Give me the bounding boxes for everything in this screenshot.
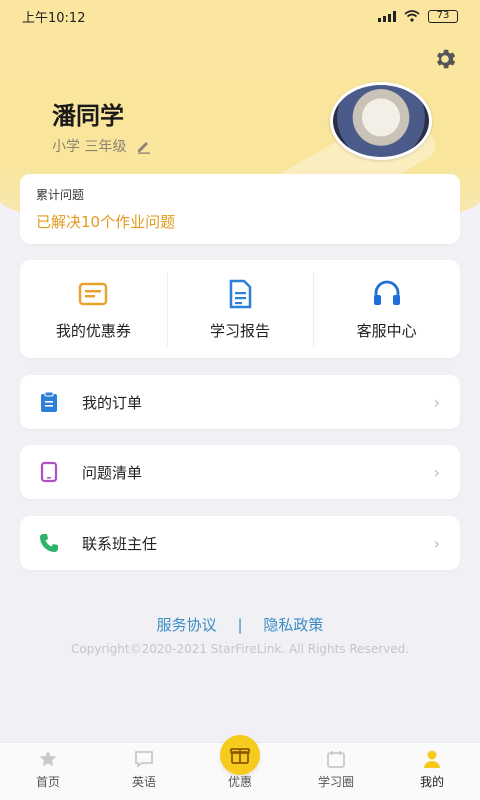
menu-item-contact-teacher[interactable]: 联系班主任 ›: [20, 516, 460, 570]
quick-action-label: 客服中心: [356, 321, 417, 340]
quick-action-label: 我的优惠券: [55, 321, 131, 340]
tab-study-circle[interactable]: 学习圈: [288, 743, 384, 800]
bottom-tab-bar: 首页 英语 优惠 学习圈 我的: [0, 735, 480, 800]
settings-gear-icon[interactable]: [432, 46, 458, 72]
coupon-icon: [79, 282, 108, 305]
chat-icon: [135, 751, 153, 768]
legal-links: 服务协议 | 隐私政策: [0, 614, 480, 635]
quick-action-coupons[interactable]: 我的优惠券: [20, 260, 167, 358]
tab-home[interactable]: 首页: [0, 743, 96, 800]
service-agreement-link[interactable]: 服务协议: [157, 616, 217, 634]
privacy-policy-link[interactable]: 隐私政策: [263, 616, 323, 634]
stats-value: 已解决10个作业问题: [36, 213, 176, 231]
gift-icon: [220, 735, 260, 775]
signal-icon: [378, 10, 396, 22]
quick-actions-card: 我的优惠券 学习报告 客服中心: [20, 260, 460, 358]
phone-icon: [40, 534, 58, 552]
menu-item-question-list[interactable]: 问题清单 ›: [20, 445, 460, 499]
link-separator: |: [237, 616, 243, 634]
tab-label: 优惠: [227, 775, 252, 789]
battery-indicator: 73: [428, 9, 458, 23]
chevron-right-icon: ›: [433, 392, 440, 412]
user-grade[interactable]: 小学 三年级: [52, 136, 152, 156]
tab-mine[interactable]: 我的: [384, 743, 480, 800]
grade-label: 小学 三年级: [52, 139, 127, 155]
tab-label: 学习圈: [317, 775, 354, 789]
tablet-icon: [40, 461, 58, 483]
tab-english[interactable]: 英语: [96, 743, 192, 800]
avatar-photo: [333, 85, 429, 157]
headset-icon: [373, 280, 400, 305]
stats-title: 累计问题: [36, 188, 85, 202]
report-icon: [229, 279, 252, 308]
quick-action-label: 学习报告: [210, 321, 271, 340]
star-icon: [39, 750, 57, 767]
calendar-icon: [327, 751, 345, 768]
problem-stats-card[interactable]: 累计问题 已解决10个作业问题: [20, 174, 460, 244]
person-icon: [424, 750, 440, 768]
status-time: 上午10:12: [22, 10, 86, 26]
status-bar: 上午10:12 73: [0, 0, 480, 32]
chevron-right-icon: ›: [433, 533, 440, 553]
tab-label: 我的: [419, 775, 444, 789]
quick-action-report[interactable]: 学习报告: [166, 260, 314, 358]
avatar[interactable]: [330, 82, 432, 160]
tab-offers[interactable]: 优惠: [192, 735, 288, 800]
user-name: 潘同学: [52, 102, 124, 130]
menu-item-orders[interactable]: 我的订单 ›: [20, 375, 460, 429]
tab-label: 首页: [35, 775, 60, 789]
wifi-icon: [404, 10, 420, 22]
menu-item-label: 联系班主任: [82, 534, 158, 553]
copyright-text: Copyright©2020-2021 StarFireLink. All Ri…: [70, 642, 410, 656]
menu-item-label: 我的订单: [82, 393, 143, 412]
clipboard-icon: [41, 391, 57, 412]
quick-action-support[interactable]: 客服中心: [313, 260, 460, 358]
edit-pencil-icon[interactable]: [136, 138, 152, 154]
tab-label: 英语: [131, 775, 156, 789]
menu-item-label: 问题清单: [82, 463, 143, 482]
chevron-right-icon: ›: [433, 462, 440, 482]
